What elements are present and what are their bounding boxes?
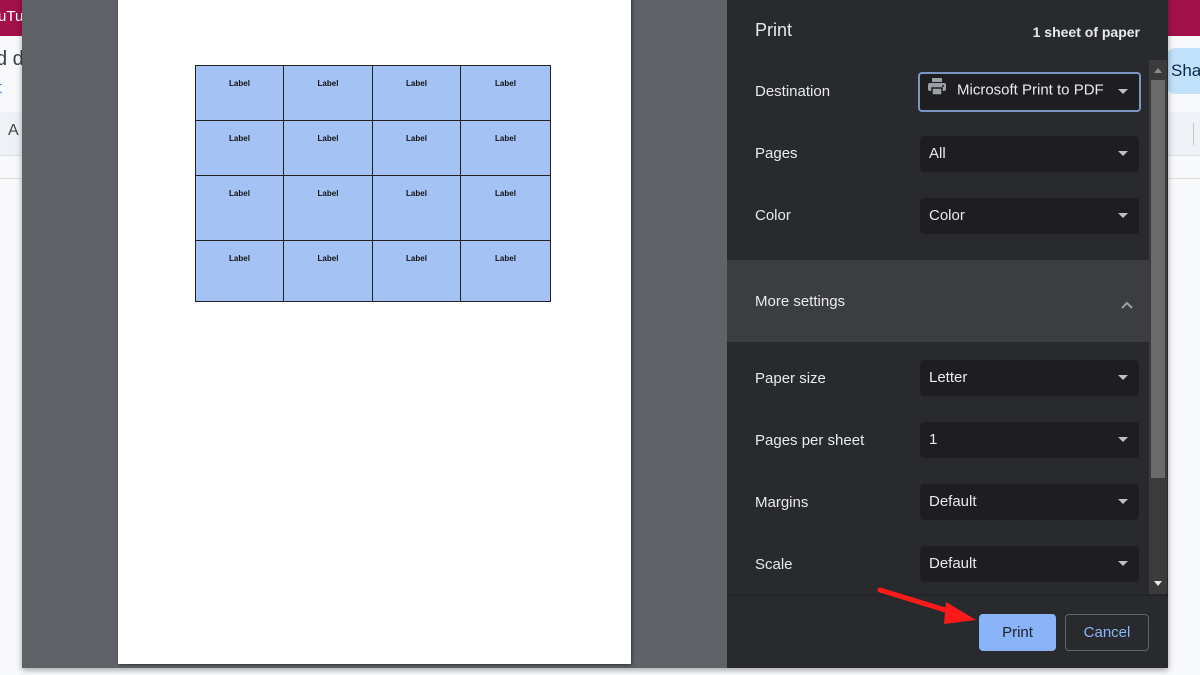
label-sheet: Label Label Label Label Label Label Labe… [195,65,551,302]
scale-label: Scale [755,556,793,573]
paper-size-label: Paper size [755,370,826,387]
print-preview-area: Label Label Label Label Label Label Labe… [22,0,727,668]
print-button[interactable]: Print [979,614,1056,651]
chevron-down-icon [1118,499,1128,504]
label-cell: Label [373,121,461,176]
margins-select[interactable]: Default [920,484,1139,520]
color-value: Color [929,207,965,224]
scale-select[interactable]: Default [920,546,1139,582]
printer-icon [927,78,947,100]
destination-label: Destination [755,83,831,100]
margins-value: Default [929,493,977,510]
settings-scroll-region: Destination Microsoft Print to PDF Pages… [727,60,1168,594]
pages-value: All [929,145,946,162]
scrollbar-thumb[interactable] [1151,80,1165,478]
destination-select[interactable]: Microsoft Print to PDF [918,72,1141,112]
spellcheck-icon: A [8,122,19,139]
label-cell: Label [373,241,461,301]
margins-label: Margins [755,494,809,511]
label-cell: Label [373,66,461,121]
label-cell: Label [284,121,373,176]
destination-value: Microsoft Print to PDF [957,81,1104,99]
chevron-down-icon [1118,151,1128,156]
print-settings-panel: Print 1 sheet of paper Destination Micro… [727,0,1168,668]
background-link: t [0,78,2,98]
scale-value: Default [929,555,977,572]
pages-per-sheet-label: Pages per sheet [755,432,865,449]
background-tab-text: uTu [0,8,24,25]
sheet-count: 1 sheet of paper [1032,24,1140,40]
chevron-down-icon [1118,437,1128,442]
more-settings-toggle[interactable]: More settings [727,260,1149,342]
chevron-down-icon [1118,375,1128,380]
preview-page: Label Label Label Label Label Label Labe… [118,0,631,664]
chevron-down-icon [1118,213,1128,218]
chevron-down-icon [1118,89,1128,94]
label-cell: Label [461,176,550,241]
label-cell: Label [196,176,284,241]
color-label: Color [755,207,791,224]
label-cell: Label [284,66,373,121]
scroll-up-arrow-icon[interactable] [1154,68,1162,73]
dialog-footer: Print Cancel [727,594,1168,668]
label-cell: Label [373,176,461,241]
label-cell: Label [196,121,284,176]
pages-per-sheet-value: 1 [929,431,938,448]
settings-scrollbar[interactable] [1149,60,1167,594]
label-cell: Label [461,66,550,121]
background-divider [1193,123,1194,145]
background-doc-title: d d [0,48,24,70]
label-cell: Label [461,121,550,176]
label-cell: Label [284,176,373,241]
color-select[interactable]: Color [920,198,1139,234]
pages-label: Pages [755,145,798,162]
label-cell: Label [461,241,550,301]
chevron-up-icon [1121,296,1133,314]
paper-size-select[interactable]: Letter [920,360,1139,396]
more-settings-label: More settings [755,293,846,310]
scroll-down-arrow-icon[interactable] [1154,581,1162,586]
pages-select[interactable]: All [920,136,1139,172]
paper-size-value: Letter [929,369,968,386]
print-dialog: Label Label Label Label Label Label Labe… [22,0,1168,668]
label-cell: Label [284,241,373,301]
cancel-button[interactable]: Cancel [1065,614,1149,651]
label-cell: Label [196,241,284,301]
background-share-button: Sha [1167,48,1200,94]
chevron-down-icon [1118,561,1128,566]
panel-title: Print [755,20,793,40]
label-cell: Label [196,66,284,121]
pages-per-sheet-select[interactable]: 1 [920,422,1139,458]
